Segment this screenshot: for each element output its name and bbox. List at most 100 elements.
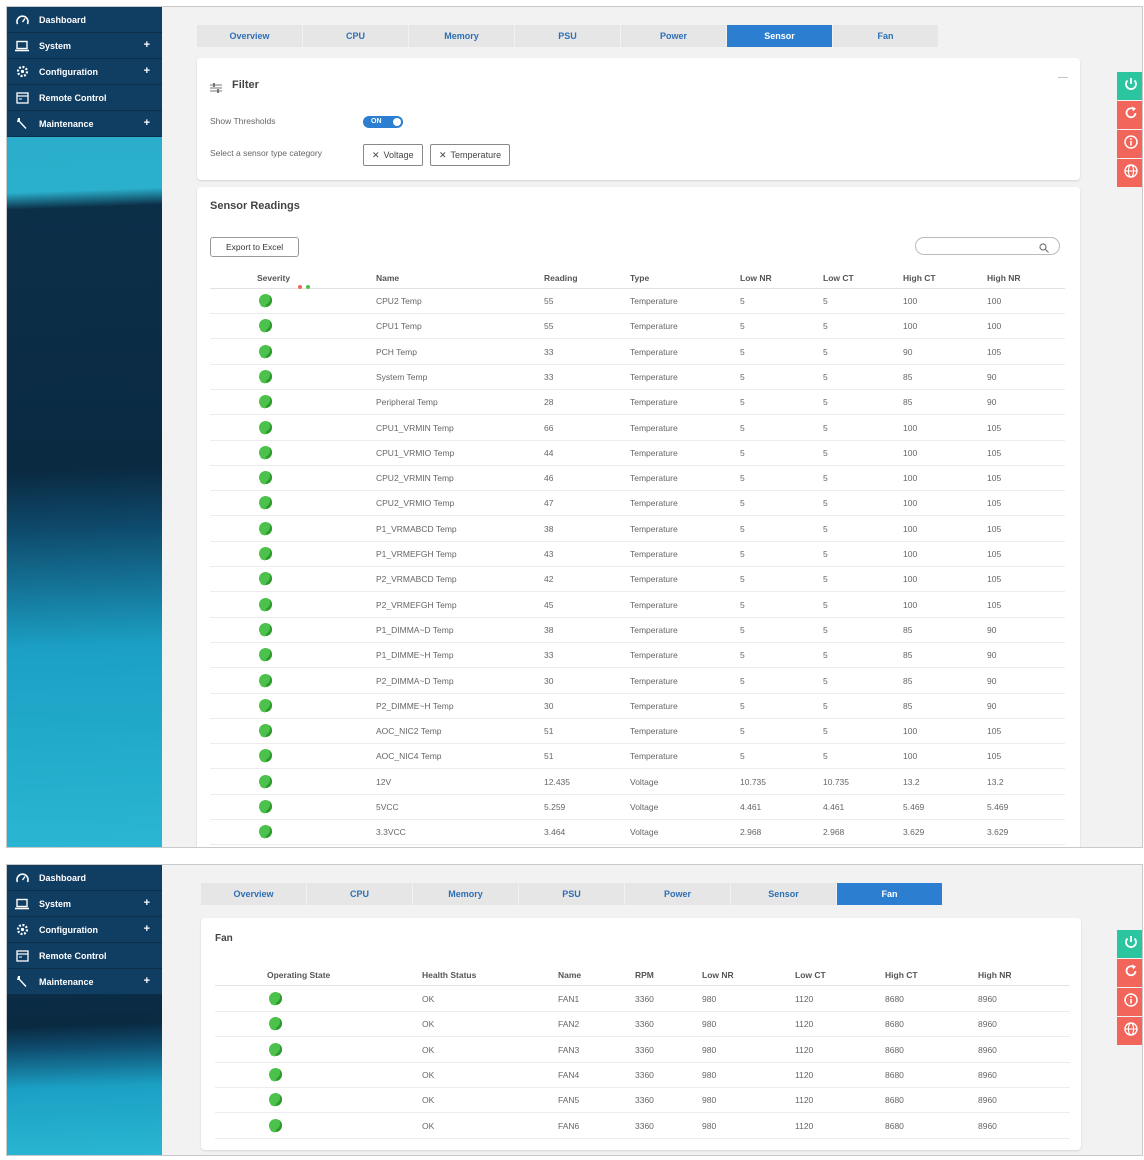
info-button[interactable] [1117, 988, 1142, 1016]
export-excel-button[interactable]: Export to Excel [210, 237, 300, 257]
globe-button[interactable] [1117, 1017, 1142, 1045]
table-row[interactable]: OK FAN3 3360 980 1120 8680 8960 [215, 1038, 1070, 1063]
fan-name: FAN1 [558, 994, 580, 1004]
table-row[interactable]: 12V 12.435 Voltage 10.735 10.735 13.2 13.2 [210, 770, 1065, 795]
sensor-name: P1_VRMABCD Temp [376, 523, 457, 534]
table-row[interactable]: AOC_NIC4 Temp 51 Temperature 5 5 100 105 [210, 744, 1065, 770]
tab-fan[interactable]: Fan [837, 883, 943, 905]
power-button[interactable] [1117, 930, 1142, 958]
power-button[interactable] [1117, 72, 1142, 100]
refresh-button[interactable] [1117, 101, 1142, 129]
tab-psu[interactable]: PSU [519, 883, 625, 905]
low-ct: 5 [823, 296, 828, 306]
sidebar-item-dashboard[interactable]: Dashboard [7, 7, 162, 33]
table-row[interactable]: P1_DIMMA~D Temp 38 Temperature 5 5 85 90 [210, 618, 1065, 643]
expand-icon[interactable]: + [144, 39, 150, 51]
tab-fan[interactable]: Fan [833, 25, 939, 47]
sidebar-item-maintenance[interactable]: Maintenance + [7, 969, 162, 995]
tab-power[interactable]: Power [621, 25, 727, 47]
table-row[interactable]: OK FAN5 3360 980 1120 8680 8960 [215, 1088, 1070, 1114]
expand-icon[interactable]: + [144, 923, 150, 935]
status-ok-icon [259, 673, 272, 687]
tab-power[interactable]: Power [625, 883, 731, 905]
table-row[interactable]: P2_DIMMA~D Temp 30 Temperature 5 5 85 90 [210, 669, 1065, 694]
column-header-7[interactable]: High NR [978, 970, 1012, 980]
table-row[interactable]: OK FAN4 3360 980 1120 8680 8960 [215, 1063, 1070, 1088]
chip-temperature[interactable]: ✕ Temperature [430, 144, 511, 166]
table-row[interactable]: CPU1_VRMIO Temp 44 Temperature 5 5 100 105 [210, 441, 1065, 466]
tab-cpu[interactable]: CPU [307, 883, 413, 905]
low-nr: 980 [702, 1044, 717, 1055]
sidebar-item-maintenance[interactable]: Maintenance + [7, 111, 162, 137]
column-header-2[interactable]: Name [558, 970, 581, 980]
globe-button[interactable] [1117, 159, 1142, 187]
table-row[interactable]: P2_DIMME~H Temp 30 Temperature 5 5 85 90 [210, 694, 1065, 719]
info-button[interactable] [1117, 130, 1142, 158]
sidebar-item-configuration[interactable]: Configuration + [7, 59, 162, 85]
sidebar-item-system[interactable]: System + [7, 33, 162, 59]
sensor-reading: 33 [544, 371, 554, 382]
refresh-button[interactable] [1117, 959, 1142, 987]
expand-icon[interactable]: + [144, 897, 150, 909]
expand-icon[interactable]: + [144, 117, 150, 129]
table-row[interactable]: CPU2 Temp 55 Temperature 5 5 100 100 [210, 289, 1065, 314]
table-row[interactable]: P1_DIMME~H Temp 33 Temperature 5 5 85 90 [210, 643, 1065, 669]
column-header-3[interactable]: RPM [635, 970, 654, 980]
tab-sensor[interactable]: Sensor [731, 883, 837, 905]
table-row[interactable]: System Temp 33 Temperature 5 5 85 90 [210, 365, 1065, 390]
status-ok-icon [259, 749, 272, 763]
sensor-type: Temperature [630, 473, 678, 484]
table-row[interactable]: OK FAN1 3360 980 1120 8680 8960 [215, 987, 1070, 1012]
close-icon[interactable]: ✕ [372, 150, 380, 161]
table-row[interactable]: OK FAN2 3360 980 1120 8680 8960 [215, 1012, 1070, 1038]
table-row[interactable]: CPU2_VRMIN Temp 46 Temperature 5 5 100 105 [210, 466, 1065, 492]
table-row[interactable]: CPU2_VRMIO Temp 47 Temperature 5 5 100 105 [210, 491, 1065, 517]
table-row[interactable]: P2_VRMABCD Temp 42 Temperature 5 5 100 105 [210, 567, 1065, 593]
tab-memory[interactable]: Memory [413, 883, 519, 905]
column-header-0[interactable]: Operating State [267, 970, 330, 980]
column-header-4[interactable]: Low NR [740, 273, 772, 283]
column-header-5[interactable]: Low CT [823, 273, 854, 283]
table-row[interactable]: CPU1_VRMIN Temp 66 Temperature 5 5 100 105 [210, 416, 1065, 441]
close-icon[interactable]: ✕ [439, 150, 447, 161]
sidebar-item-dashboard[interactable]: Dashboard [7, 865, 162, 891]
table-row[interactable]: 5VCC 5.259 Voltage 4.461 4.461 5.469 5.469 [210, 795, 1065, 820]
tab-overview[interactable]: Overview [197, 25, 303, 47]
column-header-1[interactable]: Health Status [422, 970, 476, 980]
column-header-2[interactable]: Reading [544, 273, 578, 283]
expand-icon[interactable]: + [144, 975, 150, 987]
table-row[interactable]: 3.3VCC 3.464 Voltage 2.968 2.968 3.629 3.629 [210, 820, 1065, 846]
column-header-5[interactable]: Low CT [795, 970, 826, 980]
column-header-0[interactable]: Severity [257, 273, 290, 283]
column-header-4[interactable]: Low NR [702, 970, 734, 980]
sidebar-item-configuration[interactable]: Configuration + [7, 917, 162, 943]
table-row[interactable]: CPU1 Temp 55 Temperature 5 5 100 100 [210, 314, 1065, 340]
tab-memory[interactable]: Memory [409, 25, 515, 47]
table-row[interactable]: P1_VRMABCD Temp 38 Temperature 5 5 100 105 [210, 517, 1065, 542]
show-thresholds-toggle[interactable]: ON [363, 116, 403, 128]
table-row[interactable]: PCH Temp 33 Temperature 5 5 90 105 [210, 340, 1065, 365]
column-header-6[interactable]: High CT [885, 970, 918, 980]
tab-psu[interactable]: PSU [515, 25, 621, 47]
chip-voltage[interactable]: ✕ Voltage [363, 144, 423, 166]
tab-sensor[interactable]: Sensor [727, 25, 833, 47]
status-ok-icon [259, 496, 272, 510]
search-input[interactable] [915, 237, 1060, 255]
table-row[interactable]: P1_VRMEFGH Temp 43 Temperature 5 5 100 105 [210, 542, 1065, 567]
tab-overview[interactable]: Overview [201, 883, 307, 905]
table-row[interactable]: P2_VRMEFGH Temp 45 Temperature 5 5 100 105 [210, 593, 1065, 618]
sidebar-item-remote-control[interactable]: Remote Control [7, 85, 162, 111]
tab-cpu[interactable]: CPU [303, 25, 409, 47]
collapse-button[interactable]: — [1058, 72, 1068, 83]
table-row[interactable]: AOC_NIC2 Temp 51 Temperature 5 5 100 105 [210, 719, 1065, 745]
column-header-1[interactable]: Name [376, 273, 399, 283]
expand-icon[interactable]: + [144, 65, 150, 77]
table-row[interactable]: Peripheral Temp 28 Temperature 5 5 85 90 [210, 390, 1065, 416]
sidebar-item-system[interactable]: System + [7, 891, 162, 917]
high-nr: 5.469 [987, 802, 1009, 812]
column-header-3[interactable]: Type [630, 273, 649, 283]
column-header-6[interactable]: High CT [903, 273, 936, 283]
sidebar-item-remote-control[interactable]: Remote Control [7, 943, 162, 969]
table-row[interactable]: OK FAN6 3360 980 1120 8680 8960 [215, 1114, 1070, 1139]
column-header-7[interactable]: High NR [987, 273, 1021, 283]
